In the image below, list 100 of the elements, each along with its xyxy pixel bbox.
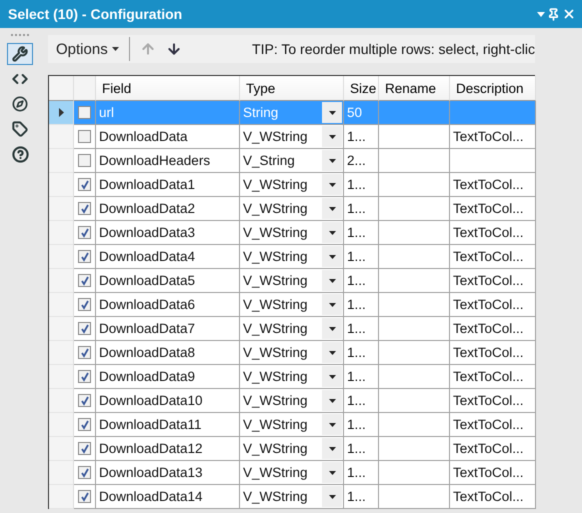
table-cell: 1... xyxy=(344,317,379,341)
table-cell: 1... xyxy=(344,461,379,485)
table-cell: DownloadData10 xyxy=(96,389,240,413)
type-dropdown-button[interactable] xyxy=(322,294,342,315)
checkbox[interactable] xyxy=(78,442,91,455)
checkbox[interactable] xyxy=(78,346,91,359)
checkbox[interactable] xyxy=(78,106,91,119)
table-cell xyxy=(379,245,450,269)
type-dropdown-button[interactable] xyxy=(322,102,342,123)
type-dropdown-button[interactable] xyxy=(322,486,342,507)
table-cell: 50 xyxy=(344,101,379,125)
table-cell: TextToCol... xyxy=(450,461,536,485)
caret-icon xyxy=(328,110,336,114)
checkbox[interactable] xyxy=(78,394,91,407)
compass-icon xyxy=(12,96,28,112)
type-value: V_WString xyxy=(243,417,309,432)
column-header[interactable]: Size xyxy=(344,76,379,101)
table-cell: DownloadData13 xyxy=(96,461,240,485)
type-dropdown-button[interactable] xyxy=(322,126,342,147)
close-icon[interactable] xyxy=(562,7,576,21)
type-dropdown-button[interactable] xyxy=(322,318,342,339)
type-dropdown-button[interactable] xyxy=(322,414,342,435)
checkbox[interactable] xyxy=(78,490,91,503)
checkbox[interactable] xyxy=(78,130,91,143)
caret-icon xyxy=(328,230,336,234)
checkbox[interactable] xyxy=(78,202,91,215)
type-value: V_WString xyxy=(243,249,309,264)
table-cell: 1... xyxy=(344,437,379,461)
column-header[interactable]: Field xyxy=(96,76,240,101)
table-cell: DownloadData11 xyxy=(96,413,240,437)
caret-icon xyxy=(328,494,336,498)
table-cell xyxy=(379,293,450,317)
table-cell: DownloadHeaders xyxy=(96,149,240,173)
checkbox[interactable] xyxy=(78,466,91,479)
type-value: V_WString xyxy=(243,369,309,384)
column-header[interactable]: Type xyxy=(240,76,344,101)
table-cell xyxy=(379,101,450,125)
checkbox[interactable] xyxy=(78,178,91,191)
checkbox[interactable] xyxy=(78,370,91,383)
table-cell: 1... xyxy=(344,365,379,389)
table-cell: 1... xyxy=(344,413,379,437)
caret-icon xyxy=(328,254,336,258)
checkbox[interactable] xyxy=(78,418,91,431)
type-dropdown-button[interactable] xyxy=(322,366,342,387)
type-dropdown-button[interactable] xyxy=(322,174,342,195)
table-cell: 1... xyxy=(344,221,379,245)
table-cell: DownloadData12 xyxy=(96,437,240,461)
table-cell: TextToCol... xyxy=(450,125,536,149)
table-cell: DownloadData4 xyxy=(96,245,240,269)
window-title: Select (10) - Configuration xyxy=(8,6,184,22)
table-cell: TextToCol... xyxy=(450,269,536,293)
table-cell xyxy=(379,461,450,485)
caret-icon xyxy=(328,350,336,354)
table-cell: TextToCol... xyxy=(450,173,536,197)
tag-icon xyxy=(12,121,28,137)
caret-icon xyxy=(328,158,336,162)
type-dropdown-button[interactable] xyxy=(322,270,342,291)
checkbox[interactable] xyxy=(78,250,91,263)
type-value: V_WString xyxy=(243,297,309,312)
checkbox[interactable] xyxy=(78,274,91,287)
table-cell xyxy=(379,413,450,437)
row-header[interactable] xyxy=(49,101,74,125)
type-dropdown-button[interactable] xyxy=(322,462,342,483)
table-cell: DownloadData9 xyxy=(96,365,240,389)
type-value: V_WString xyxy=(243,393,309,408)
pin-icon[interactable] xyxy=(547,8,560,20)
table-cell: 1... xyxy=(344,293,379,317)
dropdown-icon[interactable] xyxy=(537,12,545,16)
checkbox[interactable] xyxy=(78,154,91,167)
table-cell: 1... xyxy=(344,245,379,269)
type-dropdown-button[interactable] xyxy=(322,342,342,363)
table-cell: DownloadData14 xyxy=(96,485,240,509)
checkbox[interactable] xyxy=(78,226,91,239)
type-dropdown-button[interactable] xyxy=(322,438,342,459)
checkbox[interactable] xyxy=(78,322,91,335)
caret-icon xyxy=(328,134,336,138)
table-cell: TextToCol... xyxy=(450,341,536,365)
type-dropdown-button[interactable] xyxy=(322,150,342,171)
type-dropdown-button[interactable] xyxy=(322,246,342,267)
caret-icon xyxy=(328,278,336,282)
table-cell: DownloadData3 xyxy=(96,221,240,245)
table-cell: TextToCol... xyxy=(450,413,536,437)
checkbox[interactable] xyxy=(78,298,91,311)
type-dropdown-button[interactable] xyxy=(322,222,342,243)
caret-icon xyxy=(328,422,336,426)
table-cell: DownloadData1 xyxy=(96,173,240,197)
type-value: String xyxy=(243,105,280,120)
type-value: V_WString xyxy=(243,321,309,336)
code-icon xyxy=(12,71,28,87)
sidebar-tab[interactable] xyxy=(7,43,33,65)
wrench-icon xyxy=(12,46,28,62)
table-cell: TextToCol... xyxy=(450,365,536,389)
table-cell: DownloadData6 xyxy=(96,293,240,317)
caret-icon xyxy=(328,398,336,402)
options-button[interactable]: Options xyxy=(54,40,121,58)
type-dropdown-button[interactable] xyxy=(322,198,342,219)
caret-icon xyxy=(328,374,336,378)
column-header[interactable]: Rename xyxy=(379,76,450,101)
column-header[interactable]: Description xyxy=(450,76,536,101)
type-dropdown-button[interactable] xyxy=(322,390,342,411)
